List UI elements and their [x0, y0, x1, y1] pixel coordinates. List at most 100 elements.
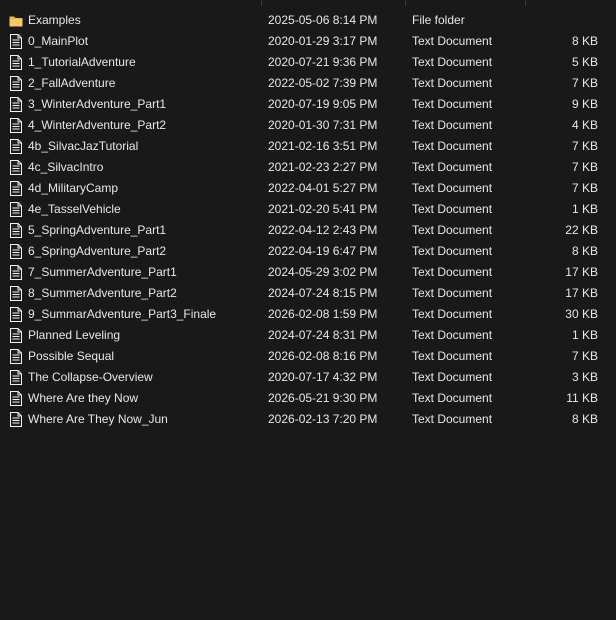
- file-type: Text Document: [412, 223, 493, 237]
- file-size: 17 KB: [565, 286, 598, 300]
- text-file-icon: [10, 244, 23, 259]
- file-date-modified: 2026-02-08 1:59 PM: [268, 307, 378, 321]
- file-type: Text Document: [412, 76, 493, 90]
- file-row[interactable]: 4e_TasselVehicle 2021-02-20 5:41 PM Text…: [0, 199, 616, 220]
- text-file-icon: [10, 307, 23, 322]
- file-date-modified: 2020-07-17 4:32 PM: [268, 370, 378, 384]
- file-size: 17 KB: [565, 265, 598, 279]
- file-type: Text Document: [412, 118, 493, 132]
- file-name: 3_WinterAdventure_Part1: [28, 97, 167, 111]
- file-row[interactable]: 4_WinterAdventure_Part2 2020-01-30 7:31 …: [0, 115, 616, 136]
- file-type: Text Document: [412, 160, 493, 174]
- file-name: Examples: [28, 13, 81, 27]
- file-type: Text Document: [412, 139, 493, 153]
- file-row[interactable]: 2_FallAdventure 2022-05-02 7:39 PM Text …: [0, 73, 616, 94]
- file-name: The Collapse-Overview: [28, 370, 153, 384]
- file-date-modified: 2022-04-01 5:27 PM: [268, 181, 378, 195]
- file-date-modified: 2021-02-16 3:51 PM: [268, 139, 378, 153]
- file-type: Text Document: [412, 244, 493, 258]
- file-type: Text Document: [412, 328, 493, 342]
- file-name: 8_SummerAdventure_Part2: [28, 286, 177, 300]
- file-date-modified: 2025-05-06 8:14 PM: [268, 13, 378, 27]
- file-type: Text Document: [412, 349, 493, 363]
- file-row[interactable]: 1_TutorialAdventure 2020-07-21 9:36 PM T…: [0, 52, 616, 73]
- folder-icon: [9, 14, 23, 29]
- file-name: 9_SummarAdventure_Part3_Finale: [28, 307, 217, 321]
- file-size: 5 KB: [571, 55, 598, 69]
- file-name: Where Are they Now: [28, 391, 139, 405]
- file-name: 5_SpringAdventure_Part1: [28, 223, 167, 237]
- file-row[interactable]: 4c_SilvacIntro 2021-02-23 2:27 PM Text D…: [0, 157, 616, 178]
- file-type: Text Document: [412, 202, 493, 216]
- file-row[interactable]: 4b_SilvacJazTutorial 2021-02-16 3:51 PM …: [0, 136, 616, 157]
- file-date-modified: 2022-05-02 7:39 PM: [268, 76, 378, 90]
- file-type: Text Document: [412, 370, 493, 384]
- file-size: 7 KB: [571, 76, 598, 90]
- file-size: 9 KB: [571, 97, 598, 111]
- file-row[interactable]: The Collapse-Overview 2020-07-17 4:32 PM…: [0, 367, 616, 388]
- text-file-icon: [10, 139, 23, 154]
- file-size: 7 KB: [571, 349, 598, 363]
- file-type: Text Document: [412, 307, 493, 321]
- file-row[interactable]: 0_MainPlot 2020-01-29 3:17 PM Text Docum…: [0, 31, 616, 52]
- file-date-modified: 2020-07-21 9:36 PM: [268, 55, 378, 69]
- file-name: Where Are They Now_Jun: [28, 412, 168, 426]
- file-date-modified: 2020-01-30 7:31 PM: [268, 118, 378, 132]
- file-row[interactable]: Where Are they Now 2026-05-21 9:30 PM Te…: [0, 388, 616, 409]
- column-divider[interactable]: [261, 0, 262, 6]
- file-row[interactable]: Examples 2025-05-06 8:14 PM File folder: [0, 10, 616, 31]
- text-file-icon: [10, 55, 23, 70]
- column-divider[interactable]: [525, 0, 526, 6]
- text-file-icon: [10, 118, 23, 133]
- file-size: 1 KB: [571, 202, 598, 216]
- file-type: Text Document: [412, 97, 493, 111]
- file-name: 4_WinterAdventure_Part2: [28, 118, 167, 132]
- file-row[interactable]: 5_SpringAdventure_Part1 2022-04-12 2:43 …: [0, 220, 616, 241]
- file-size: 1 KB: [571, 328, 598, 342]
- file-size: 7 KB: [571, 139, 598, 153]
- file-type: Text Document: [412, 34, 493, 48]
- file-date-modified: 2021-02-20 5:41 PM: [268, 202, 378, 216]
- file-row[interactable]: Where Are They Now_Jun 2026-02-13 7:20 P…: [0, 409, 616, 430]
- file-size: 30 KB: [565, 307, 598, 321]
- file-name: 2_FallAdventure: [28, 76, 116, 90]
- text-file-icon: [10, 97, 23, 112]
- file-row[interactable]: Planned Leveling 2024-07-24 8:31 PM Text…: [0, 325, 616, 346]
- file-size: 3 KB: [571, 370, 598, 384]
- file-row[interactable]: 9_SummarAdventure_Part3_Finale 2026-02-0…: [0, 304, 616, 325]
- file-type: Text Document: [412, 181, 493, 195]
- text-file-icon: [10, 412, 23, 427]
- file-name: Planned Leveling: [28, 328, 121, 342]
- file-name: 6_SpringAdventure_Part2: [28, 244, 167, 258]
- file-size: 7 KB: [571, 181, 598, 195]
- file-size: 8 KB: [571, 412, 598, 426]
- text-file-icon: [10, 181, 23, 196]
- file-type: Text Document: [412, 412, 493, 426]
- file-date-modified: 2026-02-13 7:20 PM: [268, 412, 378, 426]
- file-size: 8 KB: [571, 34, 598, 48]
- text-file-icon: [10, 349, 23, 364]
- file-list: Examples 2025-05-06 8:14 PM File folder …: [0, 10, 616, 430]
- file-date-modified: 2026-02-08 8:16 PM: [268, 349, 378, 363]
- file-name: 1_TutorialAdventure: [28, 55, 136, 69]
- file-name: 7_SummerAdventure_Part1: [28, 265, 177, 279]
- file-date-modified: 2026-05-21 9:30 PM: [268, 391, 378, 405]
- file-type: Text Document: [412, 391, 493, 405]
- column-divider[interactable]: [405, 0, 406, 6]
- file-row[interactable]: 3_WinterAdventure_Part1 2020-07-19 9:05 …: [0, 94, 616, 115]
- text-file-icon: [10, 76, 23, 91]
- file-type: File folder: [412, 13, 465, 27]
- text-file-icon: [10, 391, 23, 406]
- file-size: 8 KB: [571, 244, 598, 258]
- file-explorer-list-view: Examples 2025-05-06 8:14 PM File folder …: [0, 0, 616, 620]
- file-row[interactable]: 7_SummerAdventure_Part1 2024-05-29 3:02 …: [0, 262, 616, 283]
- file-name: Possible Sequal: [28, 349, 115, 363]
- file-row[interactable]: 8_SummerAdventure_Part2 2024-07-24 8:15 …: [0, 283, 616, 304]
- file-row[interactable]: Possible Sequal 2026-02-08 8:16 PM Text …: [0, 346, 616, 367]
- file-date-modified: 2020-07-19 9:05 PM: [268, 97, 378, 111]
- file-row[interactable]: 6_SpringAdventure_Part2 2022-04-19 6:47 …: [0, 241, 616, 262]
- text-file-icon: [10, 286, 23, 301]
- file-row[interactable]: 4d_MilitaryCamp 2022-04-01 5:27 PM Text …: [0, 178, 616, 199]
- text-file-icon: [10, 328, 23, 343]
- file-name: 4b_SilvacJazTutorial: [28, 139, 139, 153]
